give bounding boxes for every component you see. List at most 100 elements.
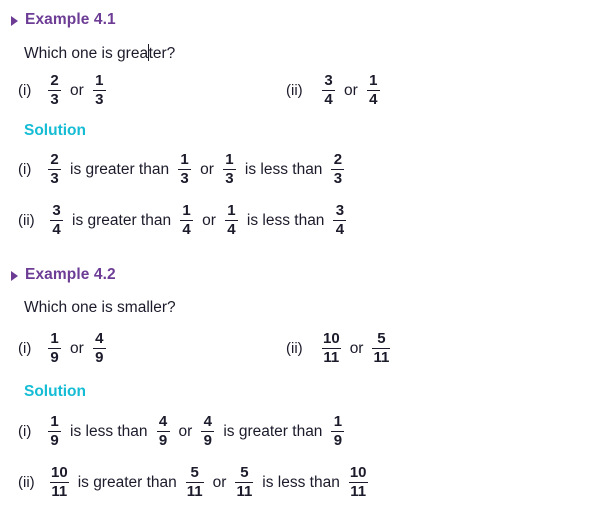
denominator: 3 — [50, 170, 59, 188]
solution-label: (i) — [18, 161, 32, 179]
example-title: Example 4.2 — [25, 266, 116, 283]
worksheet-page: Example 4.1 Which one is greater? (i) 2 … — [0, 0, 589, 523]
triangle-right-icon — [11, 271, 18, 281]
denominator: 11 — [236, 483, 253, 501]
solution-label: (i) — [18, 423, 32, 441]
numerator: 1 — [227, 202, 236, 219]
solution-label: (ii) — [18, 212, 35, 230]
problem-label: (i) — [18, 340, 32, 358]
fraction: 2 3 — [331, 151, 345, 188]
fraction: 5 11 — [185, 465, 204, 501]
denominator: 9 — [333, 432, 343, 450]
problem-item-4-2-ii: (ii) 10 11 or 5 11 — [286, 331, 394, 366]
example-heading-4-1: Example 4.1 — [0, 11, 116, 29]
numerator: 3 — [335, 202, 345, 219]
question-text-after-caret: ter? — [148, 45, 176, 62]
problem-row-4-2: (i) 1 9 or 4 9 (ii) 10 11 or 5 11 — [0, 331, 394, 366]
denominator: 4 — [227, 221, 236, 239]
fraction: 3 4 — [333, 202, 347, 239]
denominator: 11 — [323, 349, 340, 367]
numerator: 2 — [50, 151, 59, 168]
denominator: 9 — [50, 432, 59, 450]
connector-word: or — [200, 160, 214, 178]
fraction: 2 3 — [48, 152, 61, 187]
denominator: 3 — [50, 91, 59, 109]
connector-word: or — [349, 339, 364, 357]
fraction: 5 11 — [235, 464, 254, 501]
fraction: 1 3 — [92, 73, 106, 109]
numerator: 3 — [324, 72, 333, 89]
connector-word: or — [344, 81, 358, 99]
comparison-phrase: is greater than — [77, 473, 177, 491]
solution-label-4-2: Solution — [24, 383, 86, 400]
denominator: 4 — [324, 91, 333, 109]
connector-word: or — [212, 473, 227, 491]
question-row-4-2: Which one is smaller? — [0, 299, 176, 317]
numerator: 1 — [225, 151, 234, 168]
problem-item-4-2-i: (i) 1 9 or 4 9 — [0, 331, 286, 366]
problem-label: (ii) — [286, 340, 303, 358]
comparison-phrase: is less than — [262, 473, 340, 491]
connector-word: or — [70, 81, 84, 99]
numerator: 5 — [377, 330, 386, 347]
denominator: 9 — [203, 432, 213, 450]
connector-word: or — [70, 339, 84, 357]
numerator: 4 — [203, 413, 213, 430]
problem-label: (ii) — [286, 82, 303, 100]
comparison-phrase: is less than — [244, 160, 323, 178]
numerator: 10 — [323, 330, 340, 347]
denominator: 9 — [158, 432, 168, 450]
numerator: 1 — [369, 72, 378, 89]
denominator: 11 — [51, 483, 68, 501]
fraction: 4 9 — [201, 413, 215, 450]
problem-item-4-1-i: (i) 2 3 or 1 3 — [0, 73, 286, 108]
solution-row-4-2-ii: (ii) 10 11 is greater than 5 11 or 5 11 … — [0, 465, 372, 500]
connector-word: or — [202, 211, 216, 229]
solution-label-4-1: Solution — [24, 122, 86, 139]
problem-label: (i) — [18, 82, 32, 100]
comparison-phrase: is greater than — [72, 211, 172, 229]
example-heading-4-2: Example 4.2 — [0, 266, 116, 284]
triangle-right-icon — [11, 16, 18, 26]
denominator: 3 — [225, 170, 234, 188]
numerator: 10 — [349, 464, 367, 481]
example-title: Example 4.1 — [25, 11, 116, 28]
numerator: 10 — [51, 464, 68, 481]
fraction: 1 9 — [331, 413, 345, 450]
denominator: 11 — [350, 483, 367, 501]
denominator: 11 — [373, 349, 390, 367]
fraction: 1 4 — [366, 72, 380, 108]
denominator: 11 — [186, 483, 203, 501]
numerator: 5 — [240, 464, 249, 481]
fraction: 1 9 — [48, 414, 61, 449]
question-text-before-caret: Which one is grea — [24, 45, 149, 62]
numerator: 4 — [158, 413, 168, 430]
numerator: 2 — [333, 151, 343, 168]
numerator: 1 — [50, 413, 59, 430]
fraction: 2 3 — [48, 73, 61, 108]
numerator: 1 — [50, 330, 59, 347]
solution-row-4-2-i: (i) 1 9 is less than 4 9 or 4 9 is great… — [0, 414, 348, 449]
fraction: 1 3 — [222, 151, 236, 188]
denominator: 3 — [333, 170, 343, 188]
problem-row-4-1: (i) 2 3 or 1 3 (ii) 3 4 or 1 4 — [0, 73, 384, 108]
denominator: 3 — [180, 170, 189, 188]
denominator: 4 — [335, 221, 345, 239]
question-text: Which one is smaller? — [24, 299, 176, 316]
denominator: 4 — [52, 221, 61, 239]
comparison-phrase: is less than — [246, 211, 325, 229]
fraction: 1 3 — [178, 152, 192, 188]
comparison-phrase: is greater than — [223, 422, 323, 440]
denominator: 3 — [95, 91, 104, 109]
problem-item-4-1-ii: (ii) 3 4 or 1 4 — [286, 73, 384, 108]
fraction: 3 4 — [50, 203, 63, 238]
question-text: Which one is greater? — [0, 44, 175, 63]
numerator: 1 — [333, 413, 343, 430]
fraction: 4 9 — [92, 331, 106, 366]
numerator: 3 — [52, 202, 61, 219]
connector-word: or — [178, 422, 193, 440]
fraction: 1 4 — [224, 202, 238, 239]
fraction: 10 11 — [50, 465, 69, 500]
denominator: 9 — [50, 349, 59, 367]
numerator: 2 — [50, 72, 59, 89]
